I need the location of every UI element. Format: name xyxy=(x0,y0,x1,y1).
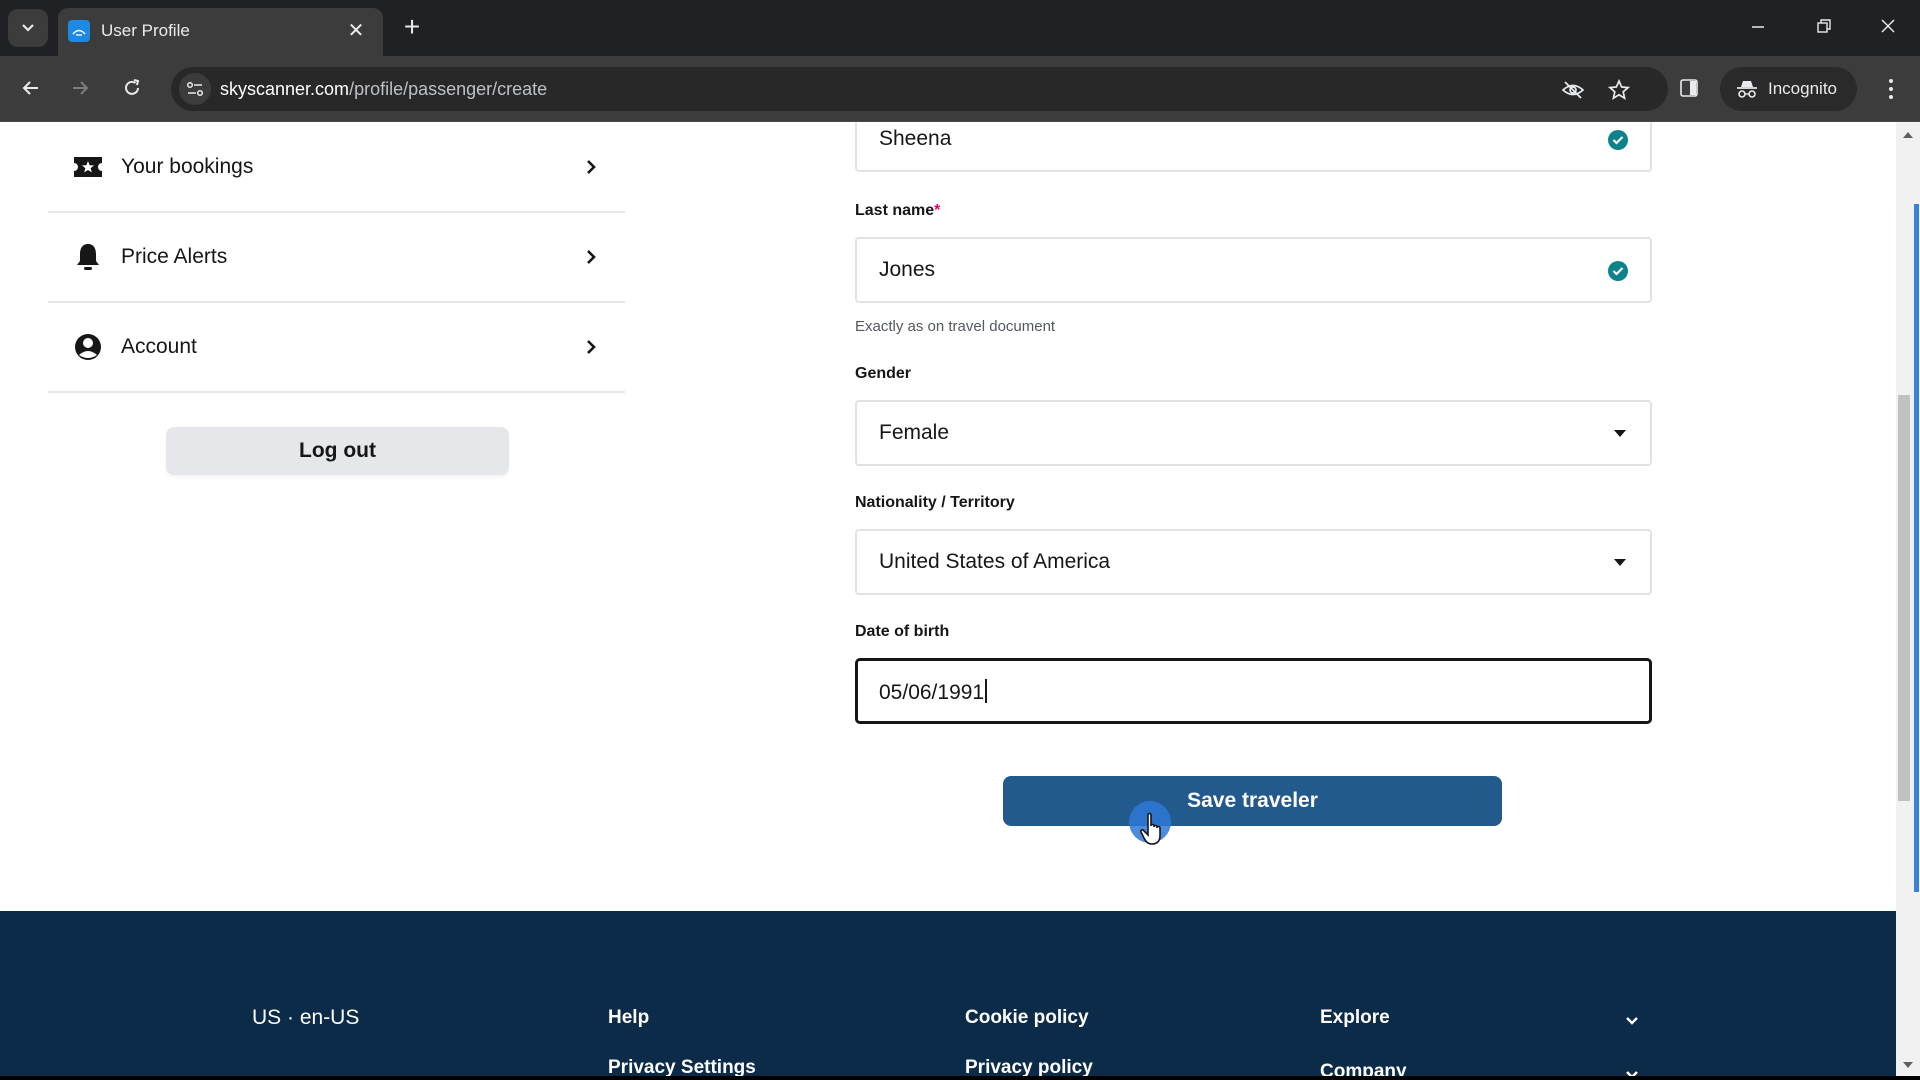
incognito-indicator[interactable]: Incognito xyxy=(1720,67,1857,111)
arrow-right-icon xyxy=(73,81,89,95)
first-name-field[interactable] xyxy=(855,122,1652,172)
nationality-select[interactable]: United States of America xyxy=(855,529,1652,595)
hand-pointer-cursor-icon xyxy=(1140,812,1161,845)
chevron-down-icon[interactable] xyxy=(1624,1015,1640,1027)
new-tab-button[interactable]: + xyxy=(398,13,426,41)
scroll-up-arrow-icon[interactable] xyxy=(1903,132,1913,138)
address-bar[interactable]: skyscanner.com/profile/passenger/create xyxy=(171,67,1668,111)
sidebar-item-label: Price Alerts xyxy=(121,245,228,268)
minimize-icon xyxy=(1752,26,1764,28)
dob-field[interactable]: 05/06/1991 xyxy=(855,658,1652,724)
caret-down-icon xyxy=(1614,430,1626,437)
last-name-field[interactable] xyxy=(855,237,1652,303)
footer-link-help[interactable]: Help xyxy=(608,1007,649,1029)
forward-button[interactable] xyxy=(62,70,98,106)
browser-tab-bar: User Profile ✕ + xyxy=(0,0,1920,56)
incognito-icon xyxy=(1737,81,1757,98)
site-info-button[interactable] xyxy=(179,73,211,105)
gender-selected-value: Female xyxy=(879,421,950,444)
footer: US · en-US Help Privacy Settings Cookie … xyxy=(0,911,1896,1080)
valid-check-icon xyxy=(1608,130,1628,150)
chevron-right-icon xyxy=(583,339,599,355)
gender-select[interactable]: Female xyxy=(855,400,1652,466)
nationality-label: Nationality / Territory xyxy=(855,494,1015,511)
locale-selector[interactable]: US · en-US xyxy=(252,1006,359,1030)
nationality-selected-value: United States of America xyxy=(879,550,1111,573)
footer-link-cookie-policy[interactable]: Cookie policy xyxy=(965,1007,1089,1029)
required-asterisk: * xyxy=(934,202,941,219)
chevron-down-icon xyxy=(22,24,34,32)
reload-button[interactable] xyxy=(114,70,150,106)
ticket-star-icon xyxy=(72,151,104,183)
eye-off-icon xyxy=(1561,81,1585,99)
tab-user-profile[interactable]: User Profile ✕ xyxy=(58,8,383,56)
caret-down-icon xyxy=(1614,559,1626,566)
bottom-edge xyxy=(0,1076,1920,1080)
star-icon xyxy=(1608,79,1630,100)
chevron-right-icon xyxy=(583,249,599,265)
restore-button[interactable] xyxy=(1804,12,1844,44)
logout-button[interactable]: Log out xyxy=(166,427,509,475)
dob-input[interactable]: 05/06/1991 xyxy=(879,679,1579,705)
chevron-right-icon xyxy=(583,159,599,175)
save-traveler-button[interactable]: Save traveler xyxy=(1003,776,1502,826)
first-name-input[interactable] xyxy=(879,127,1579,151)
url-path: /profile/passenger/create xyxy=(349,79,548,99)
back-button[interactable] xyxy=(13,70,49,106)
side-panel-button[interactable] xyxy=(1674,73,1704,103)
last-name-helper-text: Exactly as on travel document xyxy=(855,318,1056,335)
side-panel-icon xyxy=(1680,79,1698,97)
url-host: skyscanner.com xyxy=(220,79,350,99)
gender-label: Gender xyxy=(855,365,912,382)
browser-toolbar: skyscanner.com/profile/passenger/create … xyxy=(0,56,1920,122)
text-cursor xyxy=(985,679,987,703)
close-tab-icon[interactable]: ✕ xyxy=(343,18,369,44)
close-icon xyxy=(1881,19,1895,33)
sidebar-item-label: Account xyxy=(121,335,197,358)
last-name-input[interactable] xyxy=(879,258,1579,282)
footer-section-explore[interactable]: Explore xyxy=(1320,1007,1390,1029)
dob-label: Date of birth xyxy=(855,623,950,640)
tab-search-button[interactable] xyxy=(8,9,48,47)
tab-title: User Profile xyxy=(101,21,190,40)
last-name-label: Last name* xyxy=(855,202,941,219)
page-content: Your bookings Price Alerts Account Log o… xyxy=(0,122,1896,1080)
bookmark-button[interactable] xyxy=(1606,77,1632,103)
tune-icon xyxy=(186,81,204,97)
arrow-left-icon xyxy=(22,81,38,95)
minimize-button[interactable] xyxy=(1738,12,1778,44)
bell-icon xyxy=(72,241,104,273)
scrollbar-thumb[interactable] xyxy=(1898,395,1910,801)
incognito-label: Incognito xyxy=(1768,79,1837,98)
page-scrollbar[interactable] xyxy=(1896,122,1920,1076)
scroll-accent-strip xyxy=(1914,204,1919,892)
skyscanner-favicon-icon xyxy=(68,20,90,42)
browser-menu-button[interactable] xyxy=(1876,72,1906,106)
sidebar-item-price-alerts[interactable]: Price Alerts xyxy=(48,213,625,303)
account-circle-icon xyxy=(72,331,104,363)
tracking-protection-button[interactable] xyxy=(1560,77,1586,103)
kebab-menu-icon xyxy=(1889,79,1893,83)
sidebar-item-label: Your bookings xyxy=(121,155,254,178)
close-window-button[interactable] xyxy=(1868,12,1908,44)
sidebar-item-account[interactable]: Account xyxy=(48,303,625,393)
sidebar-item-your-bookings[interactable]: Your bookings xyxy=(48,123,625,213)
reload-icon xyxy=(125,79,140,95)
url-text[interactable]: skyscanner.com/profile/passenger/create xyxy=(220,79,547,100)
valid-check-icon xyxy=(1608,261,1628,281)
restore-icon xyxy=(1817,19,1831,33)
scroll-down-arrow-icon[interactable] xyxy=(1903,1062,1913,1068)
